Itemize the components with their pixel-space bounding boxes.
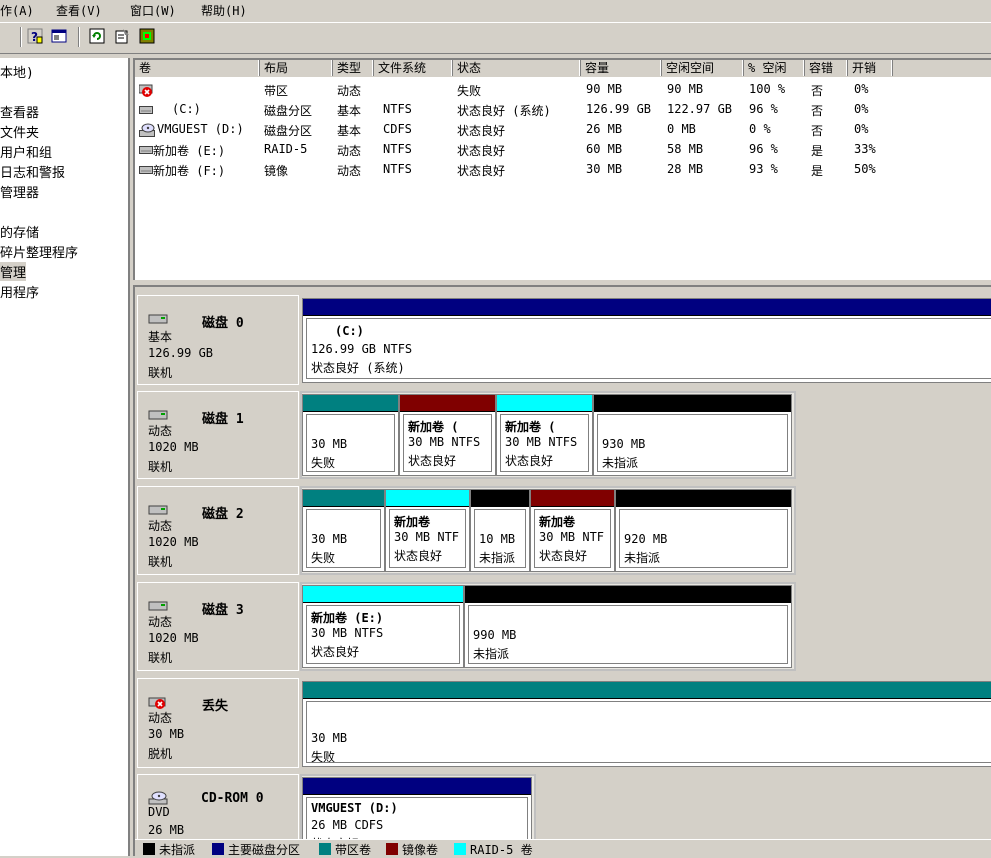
menu-bar: 作(A) 查看(V) 窗口(W) 帮助(H) [0,0,991,20]
disk-name: 磁盘 0 [202,316,244,331]
legend-swatch [454,843,466,855]
unallocated-space[interactable]: 990 MB 未指派 [464,585,792,668]
tree-item[interactable]: 的存储 [0,222,39,241]
toolbar-separator [20,27,22,47]
column-header-free-space[interactable]: 空闲空间 [662,60,744,76]
legend-label: 带区卷 [335,843,372,857]
missing-disk-icon [148,697,166,709]
missing-disk-info[interactable]: 丢失 动态 30 MB 脱机 [137,678,299,768]
cdrom-icon [148,791,168,805]
legend-swatch [319,843,331,855]
tree-item[interactable]: 日志和警报 [0,162,65,181]
failed-volume-icon [139,84,153,97]
tree-item[interactable]: 本地) [0,62,34,81]
menu-help[interactable]: 帮助(H) [201,2,247,19]
tree-item[interactable]: 管理器 [0,182,39,201]
legend-label: 未指派 [159,843,196,857]
column-header-type[interactable]: 类型 [333,60,374,76]
legend-label: 镜像卷 [402,843,439,857]
menu-action[interactable]: 作(A) [0,2,34,19]
disk-volume-icon [139,106,153,114]
column-header-status[interactable]: 状态 [453,60,581,76]
table-row[interactable]: 带区 动态 失败 90 MB 90 MB 100 % 否 0% [135,80,991,100]
tree-item[interactable]: 查看器 [0,102,39,121]
legend-label: RAID-5 卷 [470,843,533,857]
column-header-filesystem[interactable]: 文件系统 [374,60,453,76]
unallocated-space[interactable]: 920 MB 未指派 [615,489,792,572]
disk-size: 126.99 GB [148,346,214,360]
console-tree: 本地) 查看器 文件夹 用户和组 日志和警报 管理器 的存储 碎片整理程序 管理… [0,58,130,856]
partition-e[interactable]: 新加卷 (E:) 30 MB NTFS 状态良好 [302,585,464,668]
column-header-capacity[interactable]: 容量 [581,60,662,76]
partition[interactable]: 新加卷 30 MB NTF 状态良好 [530,489,615,572]
disk-volume-icon [139,146,153,154]
partition-color-bar [303,299,991,316]
unallocated-space[interactable]: 10 MB 未指派 [470,489,530,572]
table-row[interactable]: (C:) 磁盘分区 基本 NTFS 状态良好 (系统) 126.99 GB 12… [135,100,991,120]
table-row[interactable]: 新加卷 (F:) 镜像 动态 NTFS 状态良好 30 MB 28 MB 93 … [135,160,991,180]
column-header-volume[interactable]: 卷 [135,60,260,76]
legend-swatch [143,843,155,855]
hard-disk-icon [148,314,168,324]
partition[interactable]: 30 MB 失败 [302,489,385,572]
disk-volume-icon [139,166,153,174]
partition[interactable]: 30 MB 失败 [302,394,399,476]
disk-2-info[interactable]: 磁盘 2 动态 1020 MB 联机 [137,486,299,575]
toolbar-separator [78,27,80,47]
column-header-layout[interactable]: 布局 [260,60,333,76]
toolbar: ? [0,22,991,54]
tree-item[interactable]: 碎片整理程序 [0,242,78,261]
legend-swatch [386,843,398,855]
legend-bar: 未指派 主要磁盘分区 带区卷 镜像卷 RAID-5 卷 [135,839,991,857]
help-icon[interactable]: ? [27,28,43,44]
partition[interactable]: 新加卷 ( 30 MB NTFS 状态良好 [496,394,593,476]
tree-item[interactable]: 用户和组 [0,142,52,161]
tree-item[interactable]: 用程序 [0,282,39,301]
disk-3-info[interactable]: 磁盘 3 动态 1020 MB 联机 [137,582,299,671]
partition[interactable]: 新加卷 30 MB NTF 状态良好 [385,489,470,572]
hard-disk-icon [148,505,168,515]
legend-label: 主要磁盘分区 [228,843,301,857]
partition-c[interactable]: (C:) 126.99 GB NTFS 状态良好 (系统) [302,298,991,383]
volume-list-header: 卷 布局 类型 文件系统 状态 容量 空闲空间 % 空闲 容错 开销 [135,60,991,77]
disk-state: 联机 [148,366,173,380]
refresh-icon[interactable] [89,28,105,44]
unallocated-space[interactable]: 930 MB 未指派 [593,394,792,476]
hard-disk-icon [148,410,168,420]
column-header-percent-free[interactable]: % 空闲 [744,60,805,76]
column-header-overhead[interactable]: 开销 [848,60,893,76]
show-hide-pane-icon[interactable] [51,28,67,44]
partition[interactable]: 新加卷 ( 30 MB NTFS 状态良好 [399,394,496,476]
hard-disk-icon [148,601,168,611]
volume-list: 卷 布局 类型 文件系统 状态 容量 空闲空间 % 空闲 容错 开销 带区 动态… [133,58,991,280]
tree-item[interactable]: 文件夹 [0,122,39,141]
legend-swatch [212,843,224,855]
menu-view[interactable]: 查看(V) [56,2,102,19]
disk-1-info[interactable]: 磁盘 1 动态 1020 MB 联机 [137,391,299,479]
table-row[interactable]: VMGUEST (D:) 磁盘分区 基本 CDFS 状态良好 26 MB 0 M… [135,120,991,140]
tree-item-disk-management[interactable]: 管理 [0,262,27,281]
partition-failed[interactable]: 30 MB 失败 [302,681,991,767]
column-header-fault-tolerance[interactable]: 容错 [805,60,848,76]
disk-graphical-view: 磁盘 0 基本 126.99 GB 联机 (C:) 126.99 GB NTFS… [133,285,991,856]
table-row[interactable]: 新加卷 (E:) RAID-5 动态 NTFS 状态良好 60 MB 58 MB… [135,140,991,160]
menu-window[interactable]: 窗口(W) [130,2,176,19]
cdrom-volume-icon [139,123,155,137]
disk-0-info[interactable]: 磁盘 0 基本 126.99 GB 联机 [137,295,299,385]
disk-type: 基本 [148,330,173,344]
settings-icon[interactable] [139,28,155,44]
properties-icon[interactable] [114,28,130,44]
